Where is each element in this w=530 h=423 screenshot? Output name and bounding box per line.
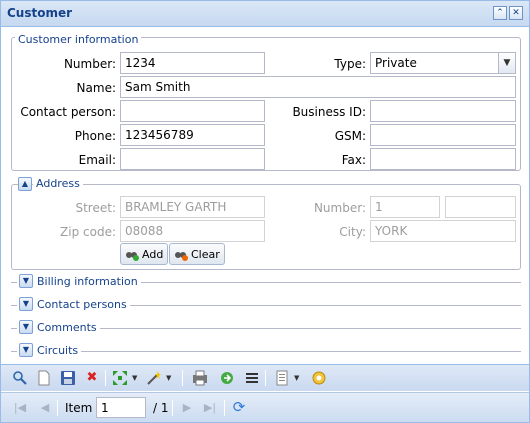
toolbar-separator xyxy=(105,370,106,386)
fax-label: Fax: xyxy=(341,153,366,167)
email-label: Email: xyxy=(78,153,116,167)
number-field[interactable]: 1234 xyxy=(120,52,265,74)
wand-icon[interactable] xyxy=(146,370,162,386)
expand-circuits-icon[interactable]: ▼ xyxy=(19,343,33,357)
paging-separator xyxy=(57,400,58,416)
item-label: Item xyxy=(65,401,93,415)
next-page-icon[interactable]: ▶ xyxy=(179,400,195,416)
section-circuits[interactable]: ▼ Circuits xyxy=(11,343,521,358)
type-select-value: Private xyxy=(375,56,417,70)
close-icon[interactable]: ✕ xyxy=(509,6,523,20)
save-icon[interactable] xyxy=(60,370,76,386)
email-field[interactable] xyxy=(120,148,265,170)
contact-person-field[interactable] xyxy=(120,100,265,122)
search-icon[interactable] xyxy=(12,370,28,386)
toolbar-separator xyxy=(182,370,183,386)
title-bar: Customer ⌃ ✕ xyxy=(1,1,529,27)
new-document-icon[interactable] xyxy=(36,370,52,386)
paging-toolbar: |◀ ◀ Item 1 / 1 ▶ ▶| ⟳ xyxy=(1,392,529,422)
zip-field[interactable]: 08088 xyxy=(120,220,265,242)
address-number-suffix-field[interactable] xyxy=(445,196,516,218)
clear-button[interactable]: Clear xyxy=(169,243,225,265)
zip-label: Zip code: xyxy=(60,225,116,239)
binoculars-add-icon xyxy=(125,247,139,261)
city-field[interactable]: YORK xyxy=(370,220,516,242)
export-icon[interactable] xyxy=(219,370,235,386)
section-billing-information[interactable]: ▼ Billing information xyxy=(11,274,521,289)
name-field[interactable]: Sam Smith xyxy=(120,76,516,98)
phone-label: Phone: xyxy=(74,129,116,143)
form-body: Customer information Number: 1234 Type: … xyxy=(1,28,529,364)
add-button[interactable]: Add xyxy=(120,243,169,265)
expand-icon[interactable] xyxy=(112,370,128,386)
gsm-label: GSM: xyxy=(334,129,366,143)
address-legend: Address xyxy=(33,177,83,190)
binoculars-clear-icon xyxy=(174,247,188,261)
street-label: Street: xyxy=(75,201,116,215)
address-number-field[interactable]: 1 xyxy=(370,196,440,218)
print-icon[interactable] xyxy=(192,370,208,386)
prev-page-icon[interactable]: ◀ xyxy=(37,400,53,416)
type-label: Type: xyxy=(334,57,366,71)
section-comments[interactable]: ▼ Comments xyxy=(11,320,521,335)
first-page-icon[interactable]: |◀ xyxy=(12,400,28,416)
street-field[interactable]: BRAMLEY GARTH xyxy=(120,196,265,218)
paging-separator xyxy=(224,400,225,416)
report-dropdown-arrow-icon[interactable]: ▼ xyxy=(294,374,299,382)
clear-button-label: Clear xyxy=(191,248,220,261)
phone-field[interactable]: 123456789 xyxy=(120,124,265,146)
item-total: / 1 xyxy=(153,401,169,415)
number-label: Number: xyxy=(63,57,116,71)
expand-contact-persons-icon[interactable]: ▼ xyxy=(19,297,33,311)
customer-window: Customer ⌃ ✕ Customer information Number… xyxy=(0,0,530,423)
type-select[interactable]: Private ▼ xyxy=(370,52,516,74)
action-toolbar: ✖ ▼ ▼ ▼ xyxy=(1,364,529,391)
business-id-field[interactable] xyxy=(370,100,516,122)
wand-dropdown-arrow-icon[interactable]: ▼ xyxy=(166,374,171,382)
city-label: City: xyxy=(339,225,366,239)
section-comments-title: Comments xyxy=(37,321,97,334)
delete-icon[interactable]: ✖ xyxy=(84,370,100,386)
add-button-label: Add xyxy=(142,248,164,261)
toolbar-separator xyxy=(265,370,266,386)
customer-info-legend: Customer information xyxy=(15,33,142,46)
section-billing-title: Billing information xyxy=(37,275,138,288)
name-label: Name: xyxy=(76,81,116,95)
collapse-address-icon[interactable]: ▲ xyxy=(18,177,32,191)
section-contact-persons[interactable]: ▼ Contact persons xyxy=(11,297,521,312)
window-title: Customer xyxy=(7,6,73,20)
gsm-field[interactable] xyxy=(370,124,516,146)
business-id-label: Business ID: xyxy=(292,105,366,119)
refresh-icon[interactable]: ⟳ xyxy=(231,399,247,415)
fax-field[interactable] xyxy=(370,148,516,170)
report-icon[interactable] xyxy=(274,370,290,386)
last-page-icon[interactable]: ▶| xyxy=(202,400,218,416)
expand-billing-icon[interactable]: ▼ xyxy=(19,274,33,288)
settings-icon[interactable] xyxy=(311,370,327,386)
section-contact-persons-title: Contact persons xyxy=(37,298,127,311)
paging-separator xyxy=(172,400,173,416)
contact-person-label: Contact person: xyxy=(20,105,116,119)
expand-comments-icon[interactable]: ▼ xyxy=(19,320,33,334)
list-icon[interactable] xyxy=(244,370,260,386)
chevron-down-icon[interactable]: ▼ xyxy=(498,53,515,73)
expand-dropdown-arrow-icon[interactable]: ▼ xyxy=(132,374,137,382)
collapse-icon[interactable]: ⌃ xyxy=(493,6,507,20)
item-input[interactable]: 1 xyxy=(96,397,146,418)
section-circuits-title: Circuits xyxy=(37,344,79,357)
address-number-label: Number: xyxy=(313,201,366,215)
